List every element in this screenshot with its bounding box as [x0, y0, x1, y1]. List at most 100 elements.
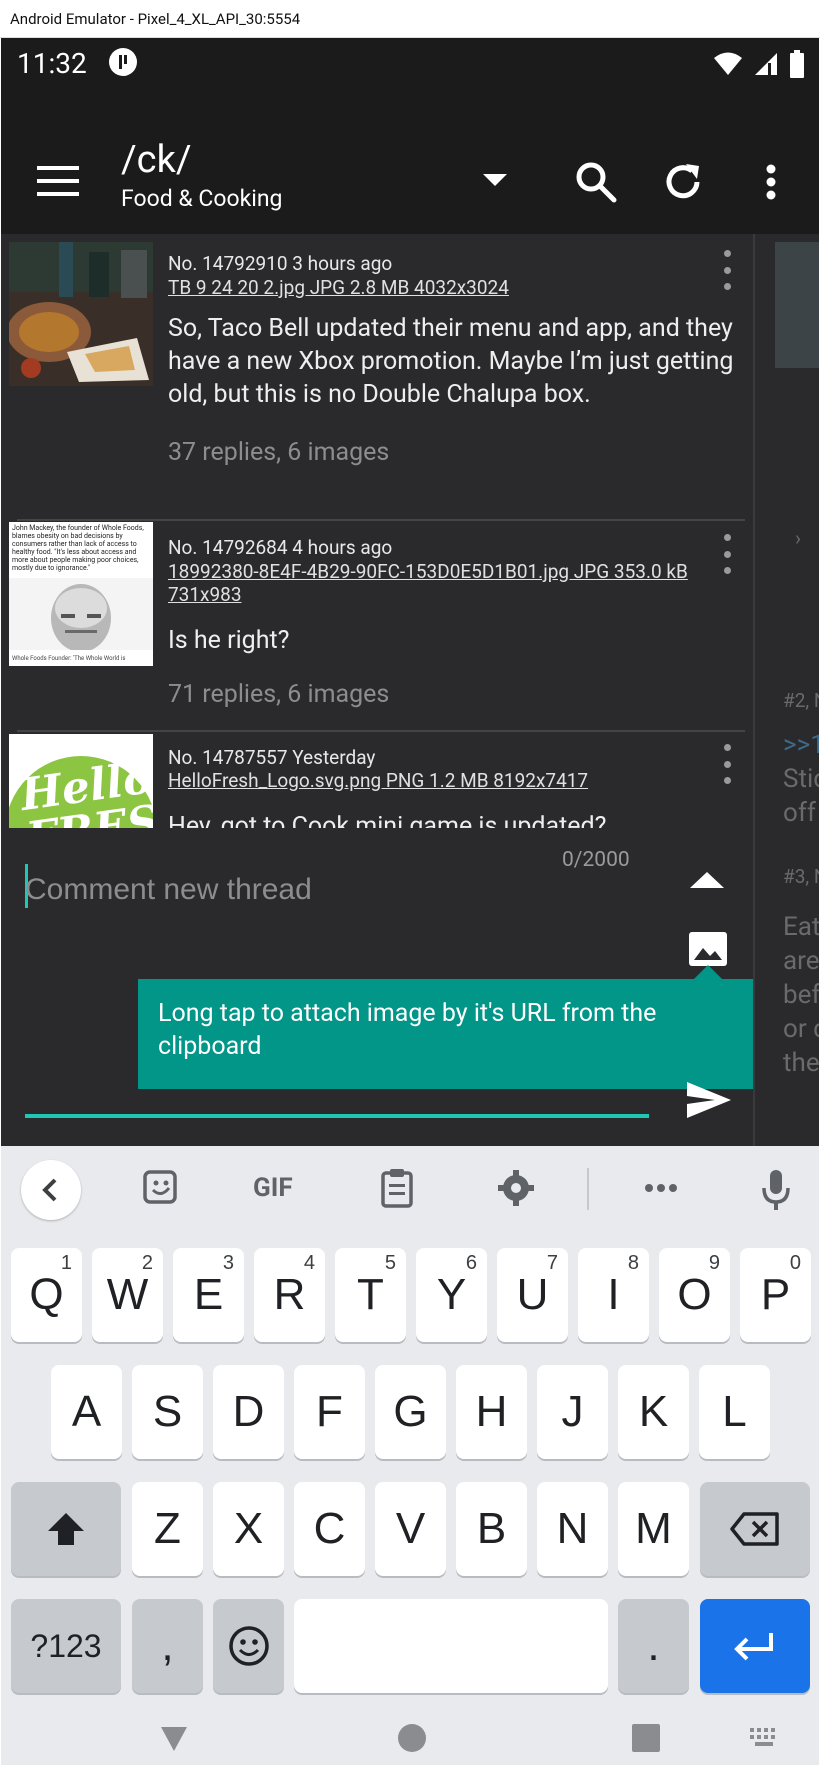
key-u[interactable]: U7: [497, 1248, 568, 1342]
thread-thumbnail[interactable]: Hello FRESH: [9, 734, 153, 828]
key-z[interactable]: Z: [132, 1482, 203, 1576]
key-h[interactable]: H: [456, 1365, 527, 1459]
settings-icon[interactable]: [497, 1168, 535, 1208]
period-key[interactable]: .: [618, 1599, 689, 1693]
sticker-icon[interactable]: [141, 1168, 181, 1208]
thread-item[interactable]: John Mackey, the founder of Whole Foods,…: [1, 522, 753, 732]
mic-icon[interactable]: [761, 1168, 791, 1212]
thread-meta: No. 14787557 Yesterday: [168, 746, 376, 769]
key-f[interactable]: F: [294, 1365, 365, 1459]
phone-screen: 11:32 /ck/ Food & Cooking No. 14792910 3…: [1, 38, 819, 1765]
status-icons: [713, 50, 805, 78]
peek-text: #3, N: [783, 865, 819, 888]
nav-recents-icon[interactable]: [631, 1723, 661, 1753]
emoji-icon: [228, 1626, 269, 1666]
backspace-key[interactable]: [700, 1482, 810, 1576]
key-v[interactable]: V: [375, 1482, 446, 1576]
key-p[interactable]: P0: [740, 1248, 811, 1342]
toolbar-divider: [587, 1168, 589, 1210]
side-peek-pane: › #2, N >>1 Stic off #3, N Eat are bef o…: [753, 234, 819, 1146]
thread-file-link[interactable]: 18992380-8E4F-4B29-90FC-153D0E5D1B01.jpg…: [168, 560, 738, 606]
key-j[interactable]: J: [537, 1365, 608, 1459]
emoji-key[interactable]: [213, 1599, 284, 1693]
more-vert-icon[interactable]: [749, 160, 793, 204]
refresh-icon[interactable]: [661, 160, 705, 204]
thread-more-icon[interactable]: [721, 250, 733, 290]
thread-thumbnail[interactable]: [9, 242, 153, 386]
key-c[interactable]: C: [294, 1482, 365, 1576]
thread-more-icon[interactable]: [721, 744, 733, 784]
thread-thumbnail[interactable]: John Mackey, the founder of Whole Foods,…: [9, 522, 153, 666]
key-g[interactable]: G: [375, 1365, 446, 1459]
clipboard-icon[interactable]: [379, 1168, 415, 1208]
key-a[interactable]: A: [51, 1365, 122, 1459]
shift-icon: [48, 1513, 84, 1545]
nav-back-icon[interactable]: [159, 1723, 189, 1753]
thread-meta: No. 14792684 4 hours ago: [168, 536, 393, 559]
backspace-icon: [730, 1512, 779, 1546]
key-s[interactable]: S: [132, 1365, 203, 1459]
thread-item[interactable]: No. 14792910 3 hours ago TB 9 24 20 2.jp…: [1, 234, 753, 472]
signal-icon: [755, 53, 777, 75]
thread-list[interactable]: No. 14792910 3 hours ago TB 9 24 20 2.jp…: [1, 234, 753, 828]
app-notification-icon: [109, 48, 137, 76]
comma-key[interactable]: ,: [132, 1599, 203, 1693]
shift-key[interactable]: [11, 1482, 121, 1576]
peek-text: #2, N: [783, 689, 819, 712]
key-i[interactable]: I8: [578, 1248, 649, 1342]
keyboard-back-icon[interactable]: [21, 1160, 81, 1220]
expand-up-icon[interactable]: [690, 872, 724, 888]
key-x[interactable]: X: [213, 1482, 284, 1576]
symbols-key[interactable]: ?123: [11, 1599, 121, 1693]
thread-item[interactable]: Hello FRESH No. 14787557 Yesterday Hello…: [1, 734, 753, 828]
peek-text: Eat: [783, 912, 819, 942]
peek-text: or c: [783, 1014, 819, 1044]
thread-meta: No. 14792910 3 hours ago: [168, 252, 393, 275]
tooltip-arrow: [693, 965, 723, 980]
search-icon[interactable]: [574, 160, 618, 204]
board-code[interactable]: /ck/: [121, 138, 192, 182]
peek-text: bef: [783, 980, 819, 1010]
peek-text: off: [783, 798, 816, 828]
input-underline: [25, 1114, 649, 1118]
peek-text: >>1: [783, 730, 819, 760]
image-icon[interactable]: [689, 932, 727, 966]
key-t[interactable]: T5: [335, 1248, 406, 1342]
wifi-icon: [714, 52, 742, 75]
key-o[interactable]: O9: [659, 1248, 730, 1342]
key-b[interactable]: B: [456, 1482, 527, 1576]
key-y[interactable]: Y6: [416, 1248, 487, 1342]
thread-replies: 71 replies, 6 images: [168, 680, 390, 709]
nav-home-icon[interactable]: [397, 1723, 427, 1753]
caret-down-icon[interactable]: [483, 174, 507, 186]
thread-file-link[interactable]: HelloFresh_Logo.svg.png PNG 1.2 MB 8192x…: [168, 769, 738, 792]
key-q[interactable]: Q1: [11, 1248, 82, 1342]
status-bar: 11:32: [1, 38, 819, 98]
send-icon[interactable]: [687, 1082, 731, 1118]
attach-tooltip: Long tap to attach image by it's URL fro…: [138, 979, 753, 1089]
thread-more-icon[interactable]: [721, 534, 733, 574]
key-l[interactable]: L: [699, 1365, 770, 1459]
space-key[interactable]: [294, 1599, 608, 1693]
key-n[interactable]: N: [537, 1482, 608, 1576]
key-m[interactable]: M: [618, 1482, 689, 1576]
key-r[interactable]: R4: [254, 1248, 325, 1342]
char-counter: 0/2000: [562, 848, 630, 872]
peek-text: Stic: [783, 764, 819, 794]
menu-icon[interactable]: [37, 166, 79, 198]
comment-input[interactable]: [25, 866, 545, 914]
more-horiz-icon[interactable]: [641, 1168, 681, 1208]
key-d[interactable]: D: [213, 1365, 284, 1459]
thread-file-link[interactable]: TB 9 24 20 2.jpg JPG 2.8 MB 4032x3024: [168, 276, 738, 299]
system-nav-bar: [1, 1717, 819, 1765]
peek-thumbnail: [775, 242, 819, 368]
thread-body: So, Taco Bell updated their menu and app…: [168, 314, 734, 409]
gif-button[interactable]: GIF: [253, 1168, 293, 1208]
peek-caret: ›: [795, 526, 802, 550]
board-name[interactable]: Food & Cooking: [121, 185, 282, 212]
key-e[interactable]: E3: [173, 1248, 244, 1342]
nav-keyboard-icon[interactable]: [749, 1727, 781, 1749]
key-k[interactable]: K: [618, 1365, 689, 1459]
enter-key[interactable]: [700, 1599, 810, 1693]
key-w[interactable]: W2: [92, 1248, 163, 1342]
